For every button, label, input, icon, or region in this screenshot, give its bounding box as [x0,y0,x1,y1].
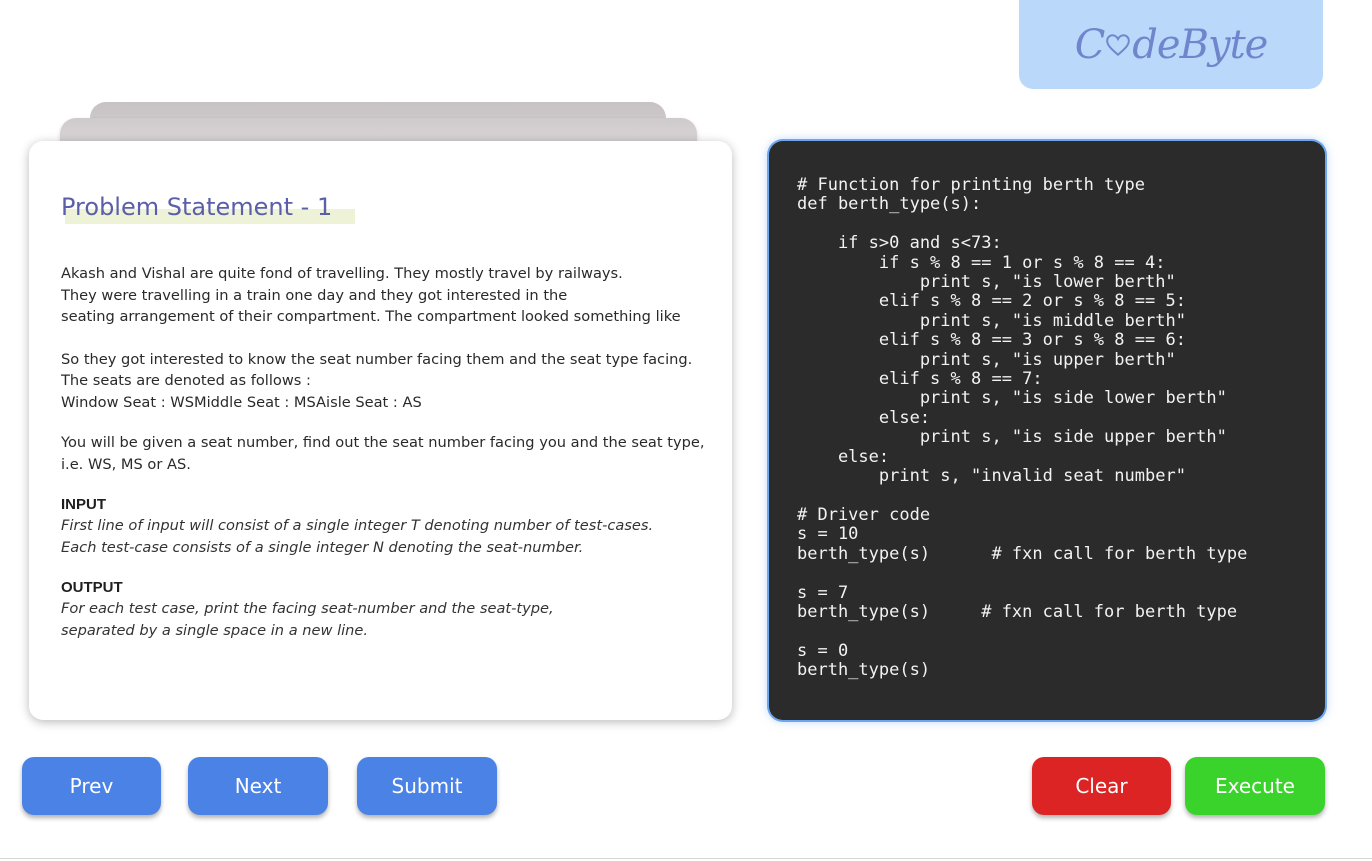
paragraph-line: i.e. WS, MS or AS. [61,455,191,473]
input-line: First line of input will consist of a si… [61,517,654,534]
logo-wordmark: C deByte [1074,21,1269,68]
output-line: For each test case, print the facing sea… [61,600,554,617]
code-editor[interactable]: # Function for printing berth type def b… [769,141,1325,720]
codebyte-logo: C deByte [1019,0,1323,89]
input-line: Each test-case consists of a single inte… [61,538,584,556]
problem-paragraph-2: So they got interested to know the seat … [61,349,700,414]
paragraph-line: Window Seat : WSMiddle Seat : MSAisle Se… [61,393,422,411]
output-description: For each test case, print the facing sea… [61,598,700,641]
prev-button[interactable]: Prev [22,757,161,815]
problem-title: Problem Statement - 1 [61,193,333,221]
paragraph-line: seating arrangement of their compartment… [61,308,681,325]
problem-paragraph-1: Akash and Vishal are quite fond of trave… [61,263,700,328]
paragraph-line: They were travelling in a train one day … [61,286,568,304]
paragraph-line: So they got interested to know the seat … [61,350,693,368]
problem-title-container: Problem Statement - 1 [61,191,700,227]
output-heading: OUTPUT [61,579,123,596]
output-line: separated by a single space in a new lin… [61,621,369,639]
submit-button[interactable]: Submit [357,757,497,815]
logo-text-start: C [1074,21,1106,68]
paragraph-line: The seats are denoted as follows : [61,372,311,389]
problem-statement-card: Problem Statement - 1 Akash and Vishal a… [29,141,732,720]
next-button[interactable]: Next [188,757,328,815]
input-description: First line of input will consist of a si… [61,515,700,558]
heart-icon [1106,33,1131,56]
paragraph-line: You will be given a seat number, find ou… [61,434,705,451]
code-content[interactable]: # Function for printing berth type def b… [797,175,1325,681]
bottom-divider [0,858,1372,859]
execute-button[interactable]: Execute [1185,757,1325,815]
problem-paragraph-3: You will be given a seat number, find ou… [61,432,705,475]
input-heading: INPUT [61,496,106,513]
paragraph-line: Akash and Vishal are quite fond of trave… [61,265,623,282]
clear-button[interactable]: Clear [1032,757,1171,815]
logo-text-end: deByte [1132,21,1268,68]
